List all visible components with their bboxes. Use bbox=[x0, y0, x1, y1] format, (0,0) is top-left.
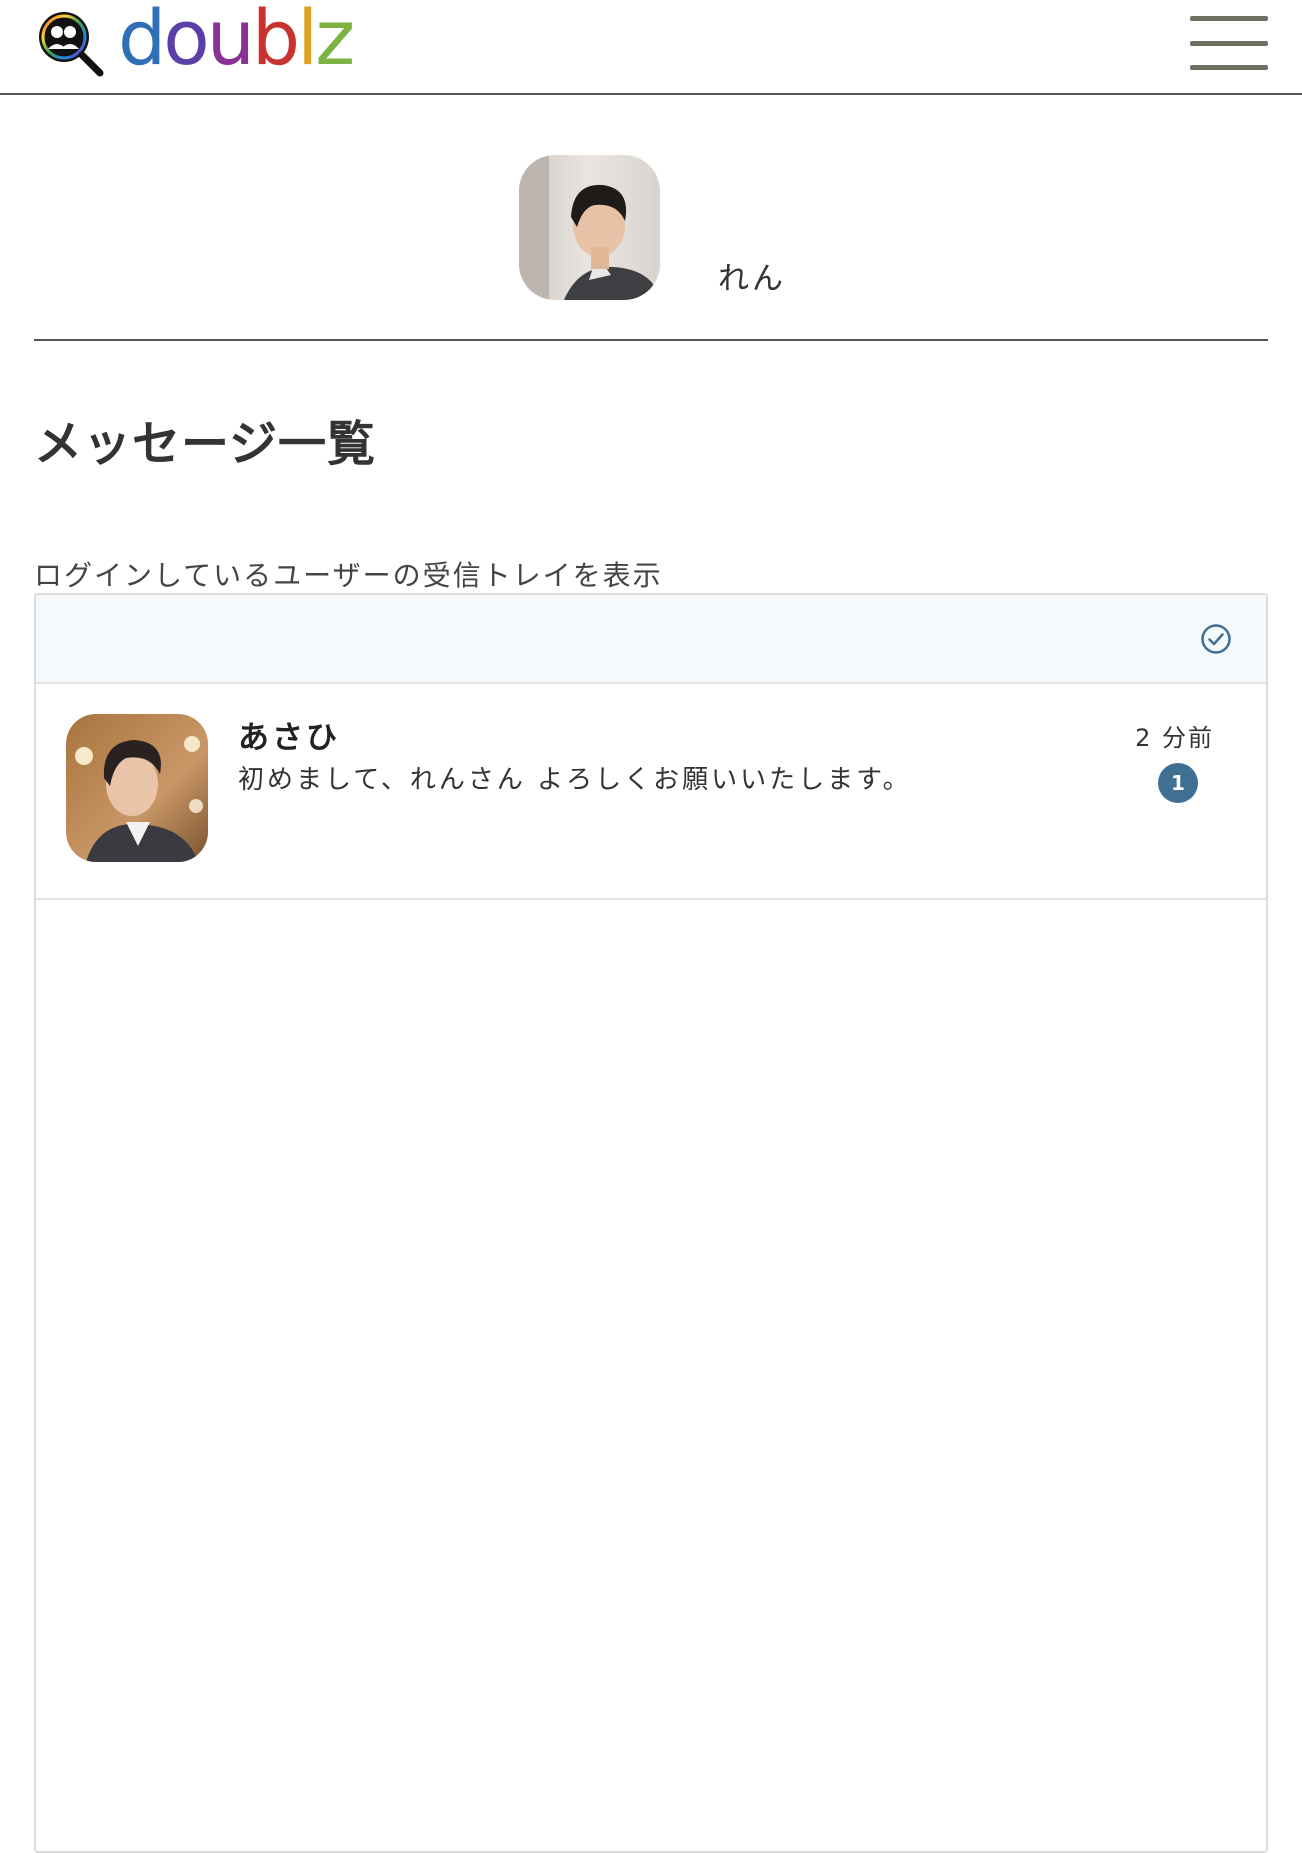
menu-bar bbox=[1190, 65, 1268, 70]
logo-letter: b bbox=[251, 0, 300, 82]
logo-letter: o bbox=[163, 0, 209, 82]
profile-name: れん bbox=[718, 261, 786, 297]
site-logo[interactable]: doublz bbox=[36, 0, 355, 80]
message-preview: 初めまして、れんさん よろしくお願いいたします。 bbox=[238, 765, 912, 795]
sender-avatar bbox=[66, 714, 208, 862]
sender-photo bbox=[66, 714, 208, 862]
menu-bar bbox=[1190, 16, 1268, 21]
profile-avatar[interactable] bbox=[519, 155, 660, 300]
hamburger-menu-button[interactable] bbox=[1190, 16, 1268, 70]
inbox-panel: あさひ 初めまして、れんさん よろしくお願いいたします。 2 分前 1 bbox=[34, 593, 1268, 1853]
logo-letter: d bbox=[118, 0, 166, 82]
sender-name: あさひ bbox=[238, 720, 340, 756]
check-circle-icon[interactable] bbox=[1200, 623, 1232, 655]
message-row[interactable]: あさひ 初めまして、れんさん よろしくお願いいたします。 2 分前 1 bbox=[36, 684, 1266, 900]
profile-photo bbox=[519, 155, 660, 300]
logo-letter: l bbox=[297, 0, 318, 82]
logo-letter: u bbox=[206, 0, 255, 82]
logo-letter: z bbox=[315, 0, 355, 82]
page-title: メッセージ一覧 bbox=[34, 416, 377, 472]
message-timestamp: 2 分前 bbox=[1135, 724, 1214, 752]
logo-magnifier-icon bbox=[39, 12, 104, 77]
profile-section: れん bbox=[34, 95, 1268, 341]
logo-wordmark: doublz bbox=[118, 0, 355, 82]
unread-count-badge: 1 bbox=[1158, 763, 1198, 803]
inbox-toolbar bbox=[36, 595, 1266, 684]
menu-bar bbox=[1190, 40, 1268, 46]
inbox-caption: ログインしているユーザーの受信トレイを表示 bbox=[34, 559, 663, 592]
site-header: doublz bbox=[0, 0, 1302, 95]
